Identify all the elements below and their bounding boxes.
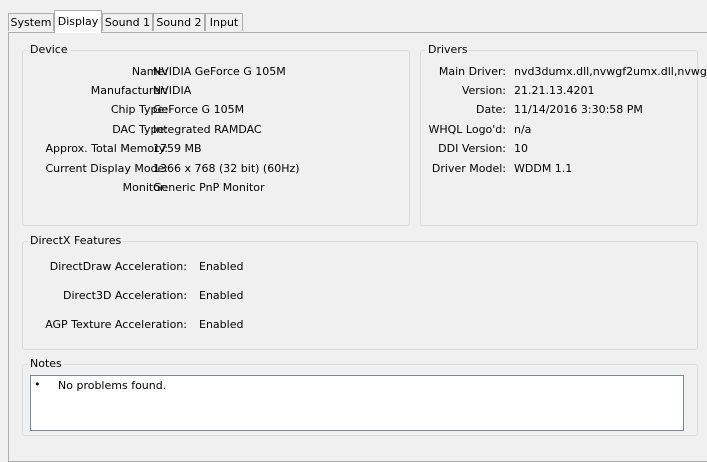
tab-sound-2[interactable]: Sound 2 — [153, 13, 205, 31]
device-memory-value: 1759 MB — [153, 142, 202, 155]
drivers-group-title: Drivers — [426, 43, 470, 57]
driver-whql-value: n/a — [514, 123, 532, 136]
agp-texture-acceleration-value: Enabled — [199, 318, 244, 331]
directdraw-acceleration-label: DirectDraw Acceleration: — [49, 260, 187, 273]
notes-title: Notes — [28, 357, 64, 371]
tab-input[interactable]: Input — [205, 13, 243, 31]
directx-features-group: DirectX Features DirectDraw Acceleration… — [22, 234, 698, 350]
device-monitor-value: Generic PnP Monitor — [153, 181, 265, 194]
notes-item: No problems found. — [58, 379, 167, 392]
driver-main-label: Main Driver: — [438, 65, 506, 78]
device-group-title: Device — [28, 43, 70, 57]
device-display-mode-value: 1366 x 768 (32 bit) (60Hz) — [153, 162, 300, 175]
driver-version-label: Version: — [461, 84, 506, 97]
notes-group: Notes • No problems found. — [22, 357, 698, 436]
device-display-mode-label: Current Display Mode: — [45, 162, 168, 175]
device-dac-type-value: Integrated RAMDAC — [153, 123, 262, 136]
tab-sound-1[interactable]: Sound 1 — [102, 13, 153, 31]
directx-features-title: DirectX Features — [28, 234, 124, 248]
device-memory-label: Approx. Total Memory: — [45, 142, 169, 155]
directdraw-acceleration-value: Enabled — [199, 260, 244, 273]
device-group: Device Name: NVIDIA GeForce G 105M Manuf… — [22, 43, 410, 226]
driver-model-label: Driver Model: — [431, 162, 506, 175]
driver-ddi-version-value: 10 — [514, 142, 528, 155]
drivers-group: Drivers Main Driver: nvd3dumx.dll,nvwgf2… — [420, 43, 707, 226]
driver-version-value: 21.21.13.4201 — [514, 84, 595, 97]
driver-date-label: Date: — [476, 103, 506, 116]
driver-date-value: 11/14/2016 3:30:58 PM — [514, 103, 643, 116]
driver-model-value: WDDM 1.1 — [514, 162, 573, 175]
direct3d-acceleration-label: Direct3D Acceleration: — [63, 289, 187, 302]
tab-display[interactable]: Display — [54, 10, 102, 33]
direct3d-acceleration-value: Enabled — [199, 289, 244, 302]
driver-main-value: nvd3dumx.dll,nvwgf2umx.dll,nvwgf2 — [514, 65, 707, 78]
notes-bullet: • — [34, 378, 41, 391]
driver-ddi-version-label: DDI Version: — [438, 142, 506, 155]
device-manufacturer-value: NVIDIA — [153, 84, 192, 97]
driver-whql-label: WHQL Logo'd: — [428, 123, 506, 136]
agp-texture-acceleration-label: AGP Texture Acceleration: — [45, 318, 187, 331]
device-name-value: NVIDIA GeForce G 105M — [153, 65, 286, 78]
notes-textbox[interactable]: • No problems found. — [30, 375, 684, 431]
tab-system[interactable]: System — [8, 13, 54, 31]
device-chip-type-value: GeForce G 105M — [153, 103, 245, 116]
